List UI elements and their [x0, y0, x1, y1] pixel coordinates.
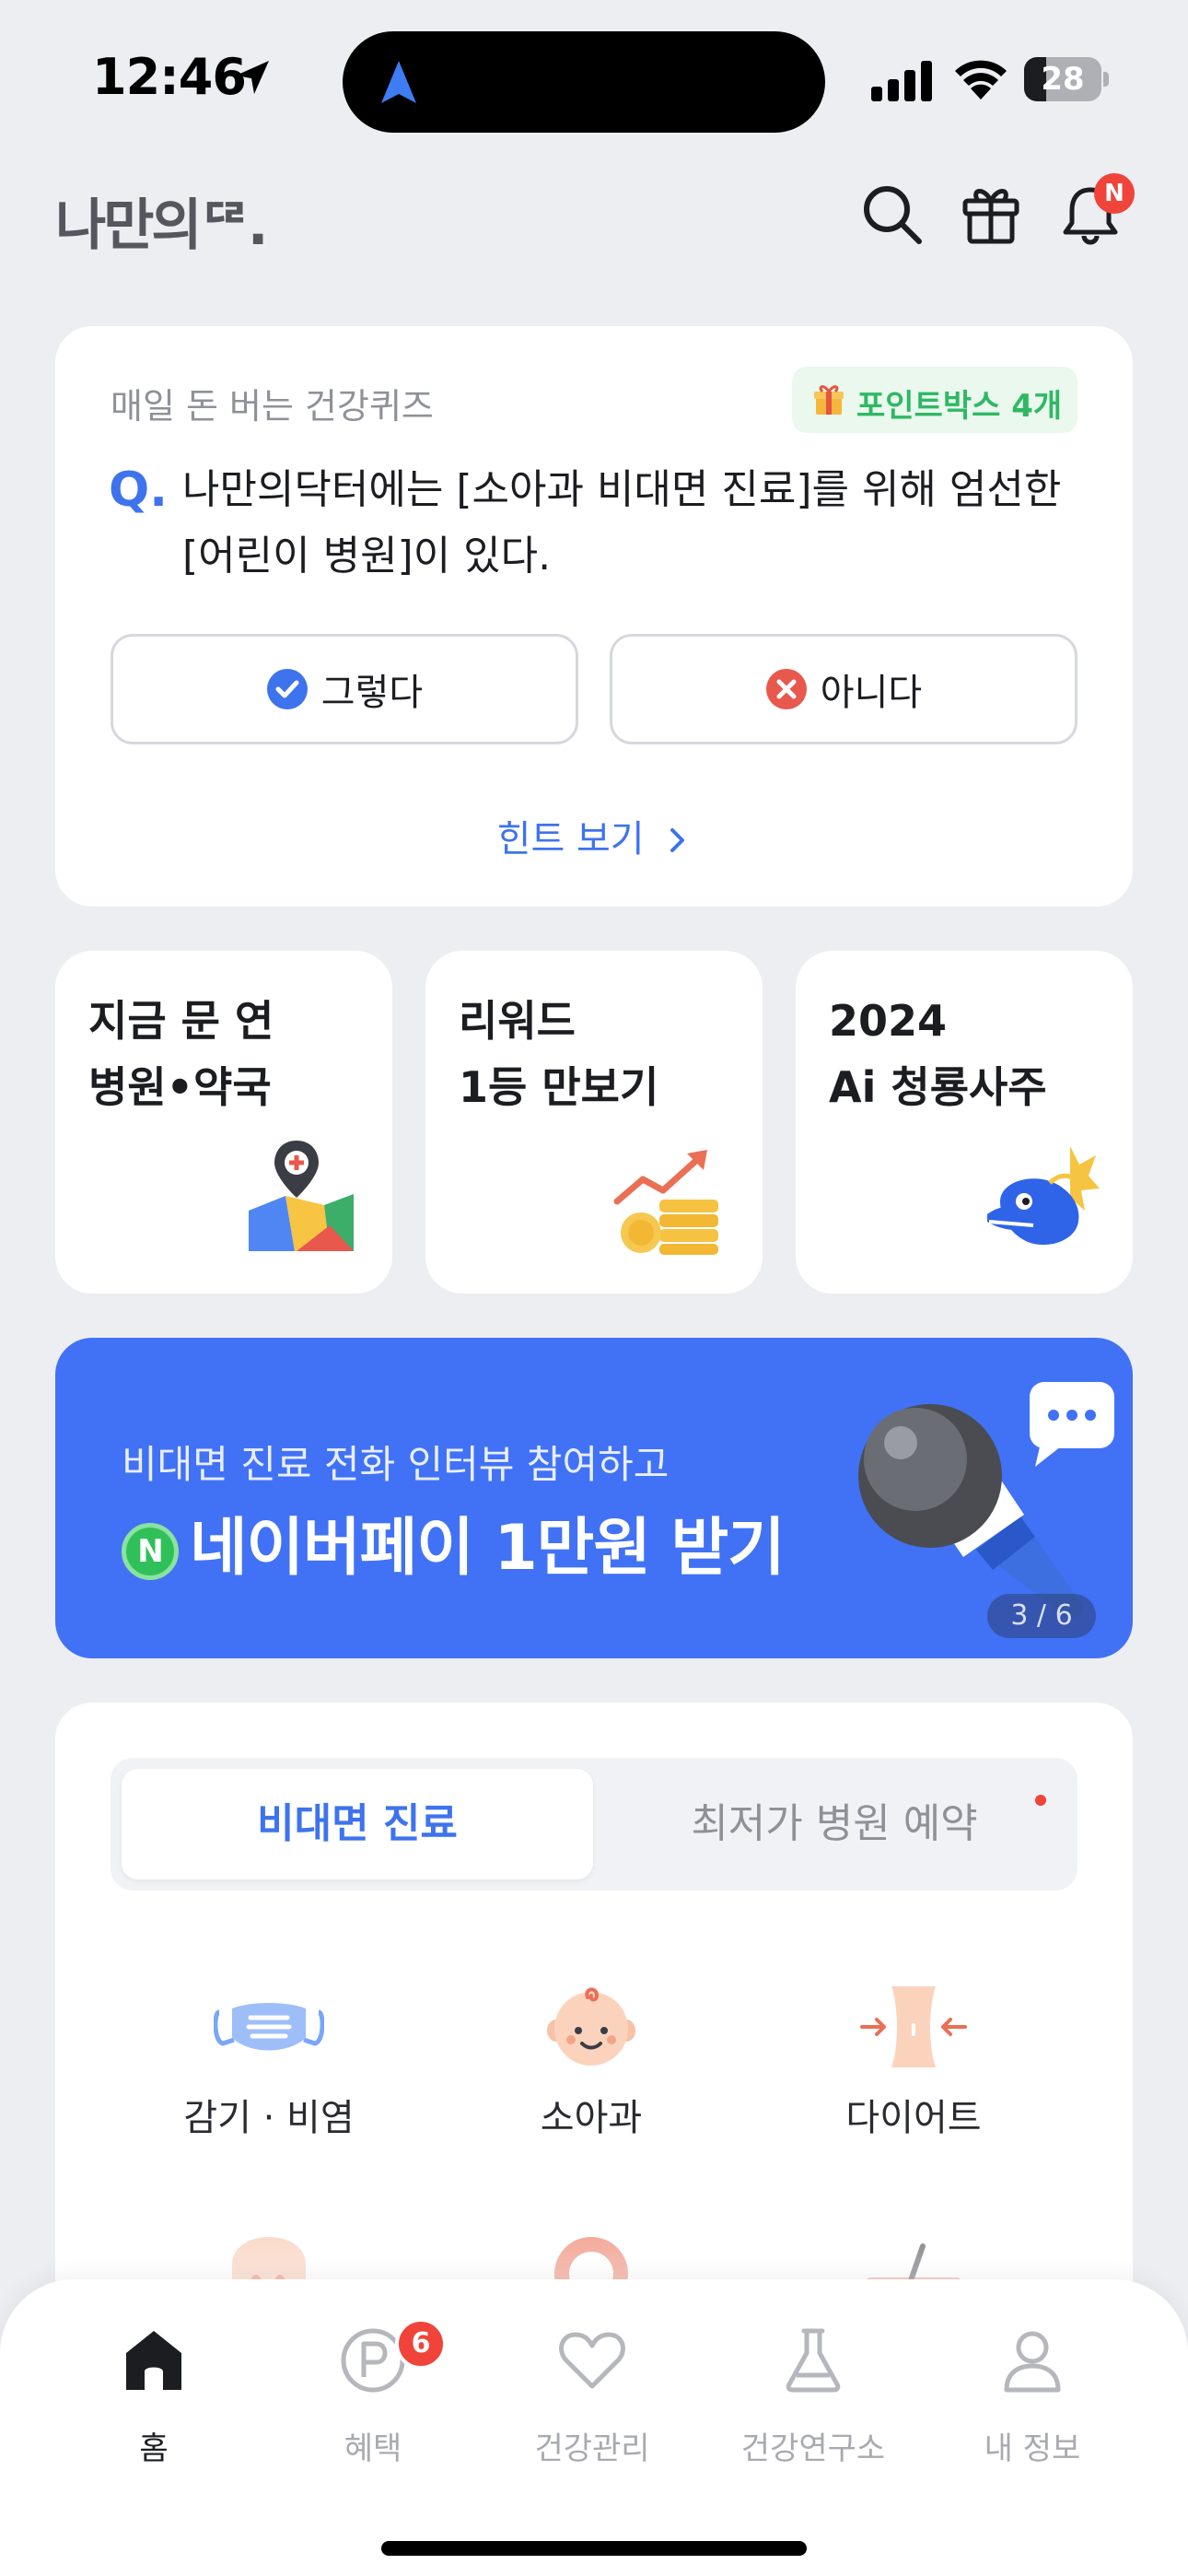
location-arrow-icon: [236, 61, 269, 94]
gift-box-icon: [814, 385, 844, 415]
point-box-label: 포인트박스 4개: [856, 388, 1063, 425]
coins-chart-icon: [613, 1150, 718, 1255]
question-mark: Q.: [109, 463, 168, 518]
new-dot-indicator: [1035, 1795, 1046, 1806]
tab-telemedicine[interactable]: 비대면 진료: [122, 1758, 593, 1891]
banner-title-row: N 네이버페이 1만원 받기: [122, 1496, 786, 1587]
tile-title-line: Ai 청룡사주: [829, 1062, 1047, 1112]
service-diet[interactable]: 다이어트: [775, 1981, 1052, 2139]
tile-pedometer-ranking[interactable]: 리워드 1등 만보기: [425, 951, 763, 1294]
tab-label: 내 정보: [984, 2430, 1081, 2467]
banner-page-indicator: 3 / 6: [987, 1594, 1096, 1638]
notification-badge: N: [1094, 173, 1135, 214]
banner-subtitle: 비대면 진료 전화 인터뷰 참여하고: [122, 1442, 670, 1487]
tab-health-lab[interactable]: 건강연구소: [703, 2325, 924, 2491]
tab-label: 건강연구소: [740, 2430, 886, 2467]
tile-title-line: 2024: [829, 996, 948, 1046]
check-circle-icon: [266, 669, 308, 709]
wifi-icon: [955, 60, 1007, 100]
answer-yes-button[interactable]: 그렇다: [111, 634, 578, 744]
person-icon: [1004, 2331, 1061, 2393]
mask-icon: [214, 2003, 324, 2051]
service-label: 소아과: [540, 2097, 643, 2139]
tab-home[interactable]: 홈: [43, 2325, 264, 2491]
service-cold-rhinitis[interactable]: 감기 · 비염: [131, 1981, 407, 2139]
search-icon[interactable]: [858, 181, 925, 247]
tab-health-care[interactable]: 건강관리: [482, 2325, 703, 2491]
bottom-tab-bar: 홈 6 혜택 건강관리 건강연구소 내 정보: [0, 2279, 1188, 2576]
naver-pay-logo: N: [122, 1523, 179, 1580]
tab-label: 건강관리: [534, 2430, 650, 2467]
tile-ai-fortune[interactable]: 2024 Ai 청룡사주: [796, 951, 1133, 1294]
promo-banner[interactable]: 비대면 진료 전화 인터뷰 참여하고 N 네이버페이 1만원 받기 3 / 6: [55, 1338, 1133, 1658]
answer-no-button[interactable]: 아니다: [610, 634, 1077, 744]
battery-indicator: 28: [1024, 57, 1109, 101]
baby-face-icon: [547, 1987, 635, 2066]
status-bar: 12:46 28: [0, 0, 1188, 147]
quiz-question: 나만의닥터에는 [소아과 비대면 진료]를 위해 엄선한 [어린이 병원]이 있…: [182, 457, 1103, 590]
map-pin-icon: [249, 1141, 354, 1251]
tile-title-line: 지금 문 연: [88, 996, 274, 1046]
service-segmented-control: 비대면 진료 최저가 병원 예약: [111, 1758, 1077, 1891]
banner-title: 네이버페이 1만원 받기: [190, 1512, 786, 1585]
flask-icon: [786, 2328, 841, 2393]
tab-label: 혜택: [344, 2430, 402, 2467]
quiz-question-line: [어린이 병원]이 있다.: [182, 533, 552, 580]
battery-percent: 28: [1041, 61, 1085, 98]
navigation-arrow-icon: [381, 61, 416, 103]
tile-open-hospitals[interactable]: 지금 문 연 병원•약국: [55, 951, 392, 1294]
service-pediatrics[interactable]: 소아과: [453, 1981, 729, 2139]
benefits-badge: 6: [395, 2318, 447, 2370]
status-time: 12:46: [92, 48, 247, 106]
tab-benefits[interactable]: 6 혜택: [262, 2318, 483, 2491]
dynamic-island: [343, 31, 825, 133]
home-indicator: [381, 2541, 807, 2556]
hint-label: 힌트 보기: [496, 818, 645, 861]
app-logo[interactable]: 나만의ᄃᄅ.: [55, 181, 269, 261]
services-card: 비대면 진료 최저가 병원 예약 감기 · 비염 소아과 다이어트: [55, 1703, 1133, 2348]
health-quiz-card: 매일 돈 버는 건강퀴즈 포인트박스 4개 Q. 나만의닥터에는 [소아과 비대…: [55, 326, 1133, 907]
quiz-title: 매일 돈 버는 건강퀴즈: [111, 386, 434, 427]
tile-title-line: 병원•약국: [88, 1062, 272, 1112]
point-box-badge[interactable]: 포인트박스 4개: [792, 367, 1077, 433]
tile-title-line: 리워드: [459, 996, 576, 1046]
heart-icon: [559, 2332, 625, 2389]
tab-label: 홈: [139, 2430, 169, 2467]
tab-my-info[interactable]: 내 정보: [922, 2325, 1143, 2491]
x-circle-icon: [765, 669, 807, 709]
gift-icon[interactable]: [958, 181, 1024, 247]
quiz-question-line: 나만의닥터에는 [소아과 비대면 진료]를 위해 엄선한: [182, 466, 1062, 513]
cellular-signal-icon: [871, 61, 932, 101]
blue-dragon-icon: [987, 1146, 1100, 1246]
tab-hospital-booking[interactable]: 최저가 병원 예약: [599, 1758, 1070, 1891]
tile-title-line: 1등 만보기: [459, 1062, 659, 1112]
chevron-right-icon: [670, 828, 685, 852]
service-label: 다이어트: [845, 2097, 982, 2139]
answer-no-label: 아니다: [820, 672, 923, 714]
waist-icon: [860, 1986, 967, 2067]
service-label: 감기 · 비염: [183, 2097, 355, 2139]
hint-link[interactable]: 힌트 보기: [55, 809, 1133, 862]
home-icon: [126, 2331, 181, 2390]
answer-yes-label: 그렇다: [320, 672, 424, 714]
